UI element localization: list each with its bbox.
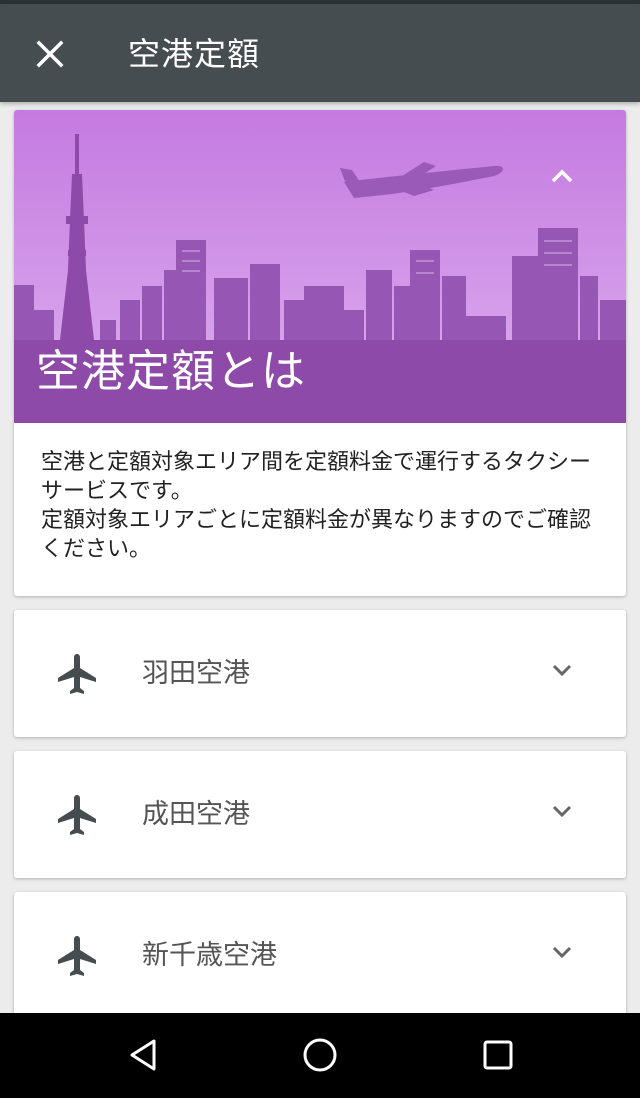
airport-row-new-chitose[interactable]: 新千歳空港 — [14, 892, 626, 1019]
chevron-down-icon — [552, 664, 572, 677]
home-button[interactable] — [296, 1033, 344, 1077]
airport-row-narita[interactable]: 成田空港 — [14, 751, 626, 878]
close-button[interactable] — [26, 30, 74, 78]
chevron-up-icon — [551, 169, 573, 183]
back-triangle-icon — [130, 1039, 156, 1071]
app-bar: 空港定額 — [0, 4, 640, 102]
airplane-icon — [58, 654, 96, 694]
about-paragraph-2: 定額対象エリアごとに定額料金が異なりますのでご確認ください。 — [41, 508, 592, 562]
about-card: 空港定額とは 空港と定額対象エリア間を定額料金で運行するタクシーサービスです。 … — [14, 110, 626, 596]
recents-button[interactable] — [474, 1033, 522, 1077]
home-circle-icon — [303, 1038, 337, 1072]
close-icon — [36, 40, 64, 68]
collapse-button[interactable] — [542, 158, 582, 194]
chevron-down-icon — [552, 805, 572, 818]
system-navigation-bar — [0, 1013, 640, 1098]
about-title: 空港定額とは — [36, 346, 306, 397]
page-title: 空港定額 — [128, 35, 261, 73]
airport-name: 新千歳空港 — [142, 940, 277, 971]
airport-name: 成田空港 — [142, 799, 250, 830]
airplane-icon — [58, 936, 96, 976]
back-button[interactable] — [119, 1033, 167, 1077]
chevron-down-icon — [552, 946, 572, 959]
recents-square-icon — [483, 1040, 513, 1070]
about-description: 空港と定額対象エリア間を定額料金で運行するタクシーサービスです。 定額対象エリア… — [41, 448, 601, 564]
airport-name: 羽田空港 — [142, 658, 250, 689]
about-paragraph-1: 空港と定額対象エリア間を定額料金で運行するタクシーサービスです。 — [41, 450, 592, 504]
airport-row-haneda[interactable]: 羽田空港 — [14, 610, 626, 737]
airplane-icon — [58, 795, 96, 835]
